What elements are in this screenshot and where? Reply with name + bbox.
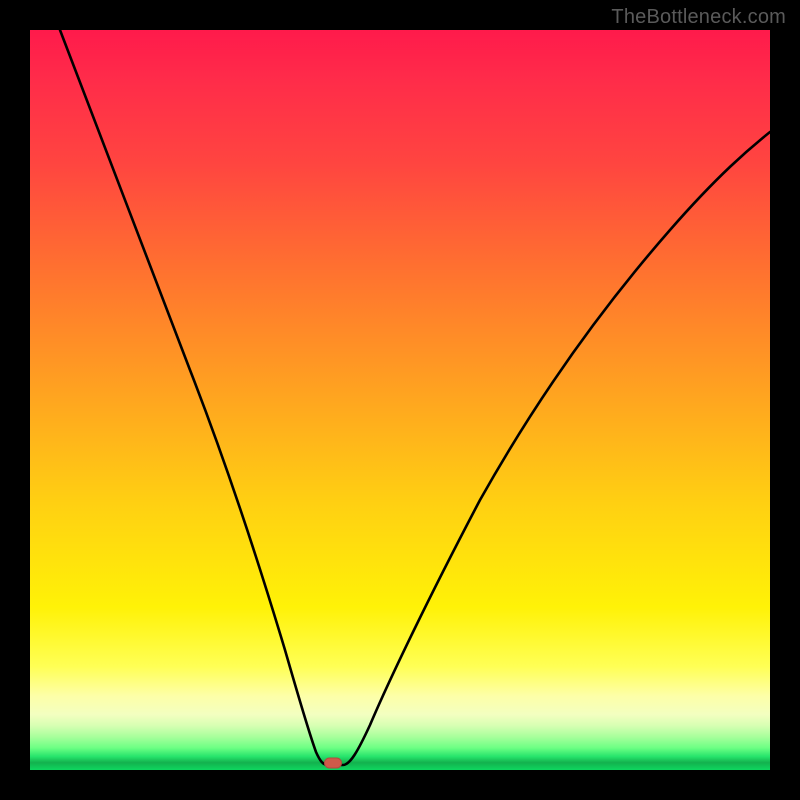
bottleneck-curve [60, 30, 770, 765]
watermark-text: TheBottleneck.com [611, 6, 786, 29]
plot-area [30, 30, 770, 770]
chart-frame: TheBottleneck.com [0, 0, 800, 800]
curve-layer [30, 30, 770, 770]
optimal-point-marker [324, 757, 342, 768]
